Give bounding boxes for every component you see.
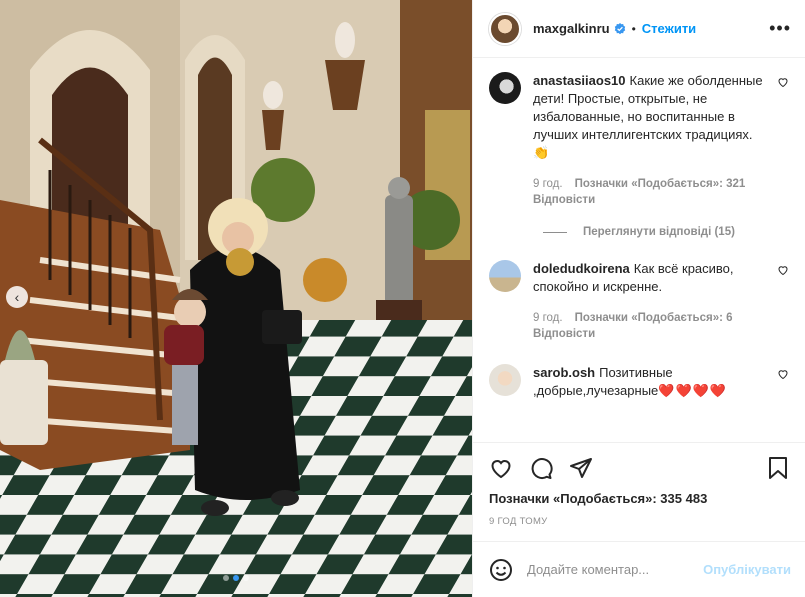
post-actions: Позначки «Подобається»: 335 483 9 год то… — [473, 442, 805, 541]
emoji-icon[interactable] — [489, 558, 513, 582]
reply-button[interactable]: Відповісти — [533, 194, 595, 206]
header-separator: • — [631, 21, 636, 36]
comment-icon[interactable] — [529, 456, 553, 480]
comment-item: anastasiiaos10 Какие же оболденные дети! … — [489, 72, 789, 208]
author-avatar[interactable] — [489, 12, 521, 45]
post-side-panel: maxgalkinru • Стежити ••• anastasiiaos10… — [472, 0, 805, 597]
comment-heart-icon[interactable] — [777, 368, 789, 380]
comment-composer: Опублікувати — [473, 541, 805, 597]
comment-input[interactable] — [527, 562, 704, 577]
post-header: maxgalkinru • Стежити ••• — [473, 0, 805, 58]
comment-likes[interactable]: Позначки «Подобається»: 6 — [575, 312, 733, 324]
commenter-avatar[interactable] — [489, 260, 521, 292]
carousel-dot-active — [233, 575, 239, 581]
commenter-avatar[interactable] — [489, 364, 521, 396]
comment-time[interactable]: 9 год. — [533, 312, 563, 324]
bookmark-icon[interactable] — [767, 456, 789, 480]
publish-button[interactable]: Опублікувати — [703, 562, 791, 577]
comment-heart-icon[interactable] — [777, 76, 789, 88]
share-icon[interactable] — [569, 456, 593, 480]
view-replies-button[interactable]: Переглянути відповіді (15) — [543, 226, 789, 238]
post-timestamp[interactable]: 9 год тому — [489, 516, 789, 527]
carousel-indicator — [0, 575, 472, 581]
hearts-emoji: ❤️❤️❤️❤️ — [658, 383, 728, 398]
replies-divider — [543, 231, 567, 233]
post-dialog: ‹ maxgalkinru • Стежити ••• anastasiiaos… — [0, 0, 805, 597]
view-replies-label: Переглянути відповіді (15) — [583, 226, 735, 238]
action-icons — [489, 443, 789, 493]
carousel-dot — [223, 575, 229, 581]
photo-illustration — [0, 0, 472, 597]
comment-heart-icon[interactable] — [777, 264, 789, 276]
heart-icon[interactable] — [489, 456, 513, 480]
carousel-prev-button[interactable]: ‹ — [6, 286, 28, 308]
comment-time[interactable]: 9 год. — [533, 178, 563, 190]
commenter-avatar[interactable] — [489, 72, 521, 104]
comment-item: doledudkoirena Как всё красиво, спокойно … — [489, 260, 789, 342]
verified-badge-icon — [614, 22, 625, 34]
comment-meta: 9 год. Позначки «Подобається»: 6 Відповіс… — [533, 310, 767, 342]
comment-item: sarob.osh Позитивные ,добрые,лучезарные❤️… — [489, 364, 789, 400]
comment-username[interactable]: anastasiiaos10 — [533, 73, 626, 88]
comment-meta: 9 год. Позначки «Подобається»: 321 Відпов… — [533, 176, 767, 208]
carousel-dot — [243, 575, 249, 581]
reply-button[interactable]: Відповісти — [533, 328, 595, 340]
chevron-left-icon: ‹ — [14, 289, 20, 305]
comment-likes[interactable]: Позначки «Подобається»: 321 — [575, 178, 746, 190]
comment-username[interactable]: doledudkoirena — [533, 261, 630, 276]
comments-list: anastasiiaos10 Какие же оболденные дети! … — [473, 58, 805, 442]
post-photo[interactable]: ‹ — [0, 0, 472, 597]
author-username[interactable]: maxgalkinru — [533, 21, 610, 36]
more-icon[interactable]: ••• — [769, 18, 791, 39]
post-likes-count[interactable]: Позначки «Подобається»: 335 483 — [489, 491, 789, 506]
follow-button[interactable]: Стежити — [642, 21, 696, 36]
comment-username[interactable]: sarob.osh — [533, 365, 595, 380]
